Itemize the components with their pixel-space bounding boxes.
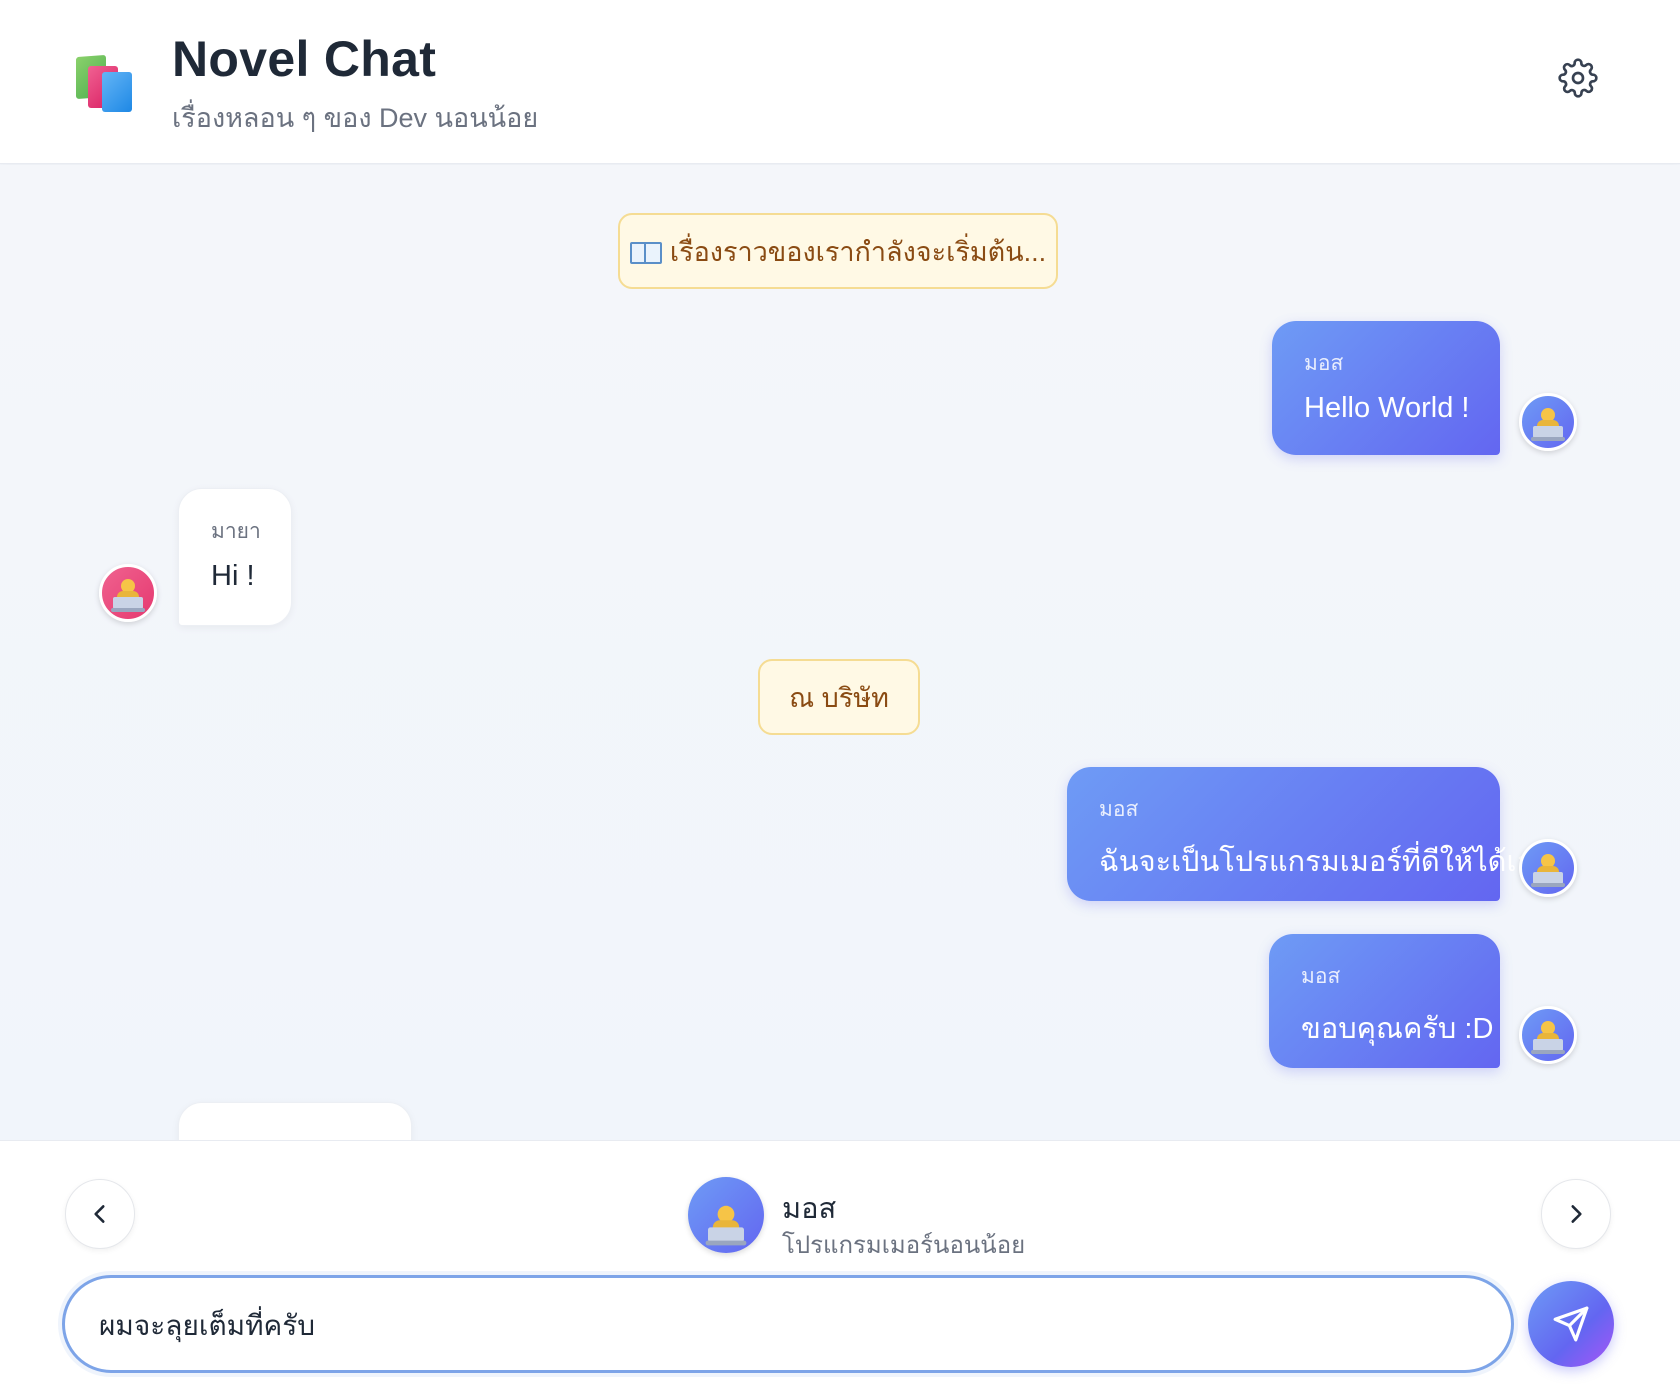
message-input-wrapper — [62, 1275, 1514, 1373]
narration-text: ณ บริษัท — [789, 682, 889, 713]
avatar — [1519, 393, 1577, 451]
send-button[interactable] — [1528, 1281, 1614, 1367]
app-subtitle: เรื่องหลอน ๆ ของ Dev นอนน้อย — [172, 103, 539, 133]
message-input[interactable] — [99, 1306, 1479, 1346]
composer-panel: มอส โปรแกรมเมอร์นอนน้อย — [0, 1140, 1680, 1400]
next-character-button[interactable] — [1541, 1179, 1611, 1249]
message-text: ขอบคุณครับ :D — [1301, 1013, 1494, 1045]
books-icon — [72, 52, 138, 114]
message-bubble: มายา Hi ! — [178, 488, 292, 626]
avatar — [99, 564, 157, 622]
technologist-icon — [705, 1203, 747, 1246]
gear-icon[interactable] — [1558, 58, 1598, 98]
message-bubble: มอส Hello World ! — [1272, 321, 1500, 455]
avatar — [1519, 1006, 1577, 1064]
technologist-icon — [1531, 852, 1565, 888]
prev-character-button[interactable] — [65, 1179, 135, 1249]
narration-text: เรื่องราวของเรากำลังจะเริ่มต้น... — [669, 236, 1047, 267]
narration-box: เรื่องราวของเรากำลังจะเริ่มต้น... — [618, 213, 1058, 289]
current-character-role: โปรแกรมเมอร์นอนน้อย — [782, 1232, 1026, 1259]
message-bubble: มอส ขอบคุณครับ :D — [1269, 934, 1500, 1068]
message-text: Hello World ! — [1304, 392, 1470, 424]
message-bubble: มอส ฉันจะเป็นโปรแกรมเมอร์ที่ดีให้ได้เลย — [1067, 767, 1552, 901]
send-icon — [1553, 1306, 1589, 1342]
narration-box: ณ บริษัท — [758, 659, 920, 735]
app-header: Novel Chat เรื่องหลอน ๆ ของ Dev นอนน้อย — [0, 0, 1680, 164]
open-book-icon — [629, 240, 662, 264]
chevron-left-icon — [94, 1205, 105, 1223]
app-title: Novel Chat — [172, 31, 437, 87]
technologist-icon — [111, 577, 145, 613]
message-sender: มายา — [211, 520, 261, 543]
message-sender: มอส — [1099, 798, 1139, 821]
message-text: Hi ! — [211, 560, 255, 592]
avatar — [1519, 839, 1577, 897]
message-sender: มอส — [1301, 965, 1341, 988]
technologist-icon — [1531, 406, 1565, 442]
current-character-avatar — [688, 1177, 764, 1253]
message-text: ฉันจะเป็นโปรแกรมเมอร์ที่ดีให้ได้เลย — [1099, 846, 1552, 878]
message-sender: มอส — [1304, 352, 1344, 375]
technologist-icon — [1531, 1019, 1565, 1055]
chevron-right-icon — [1571, 1205, 1582, 1223]
message-bubble-partial — [178, 1102, 412, 1140]
chat-area[interactable]: เรื่องราวของเรากำลังจะเริ่มต้น... มอส He… — [0, 165, 1680, 1140]
